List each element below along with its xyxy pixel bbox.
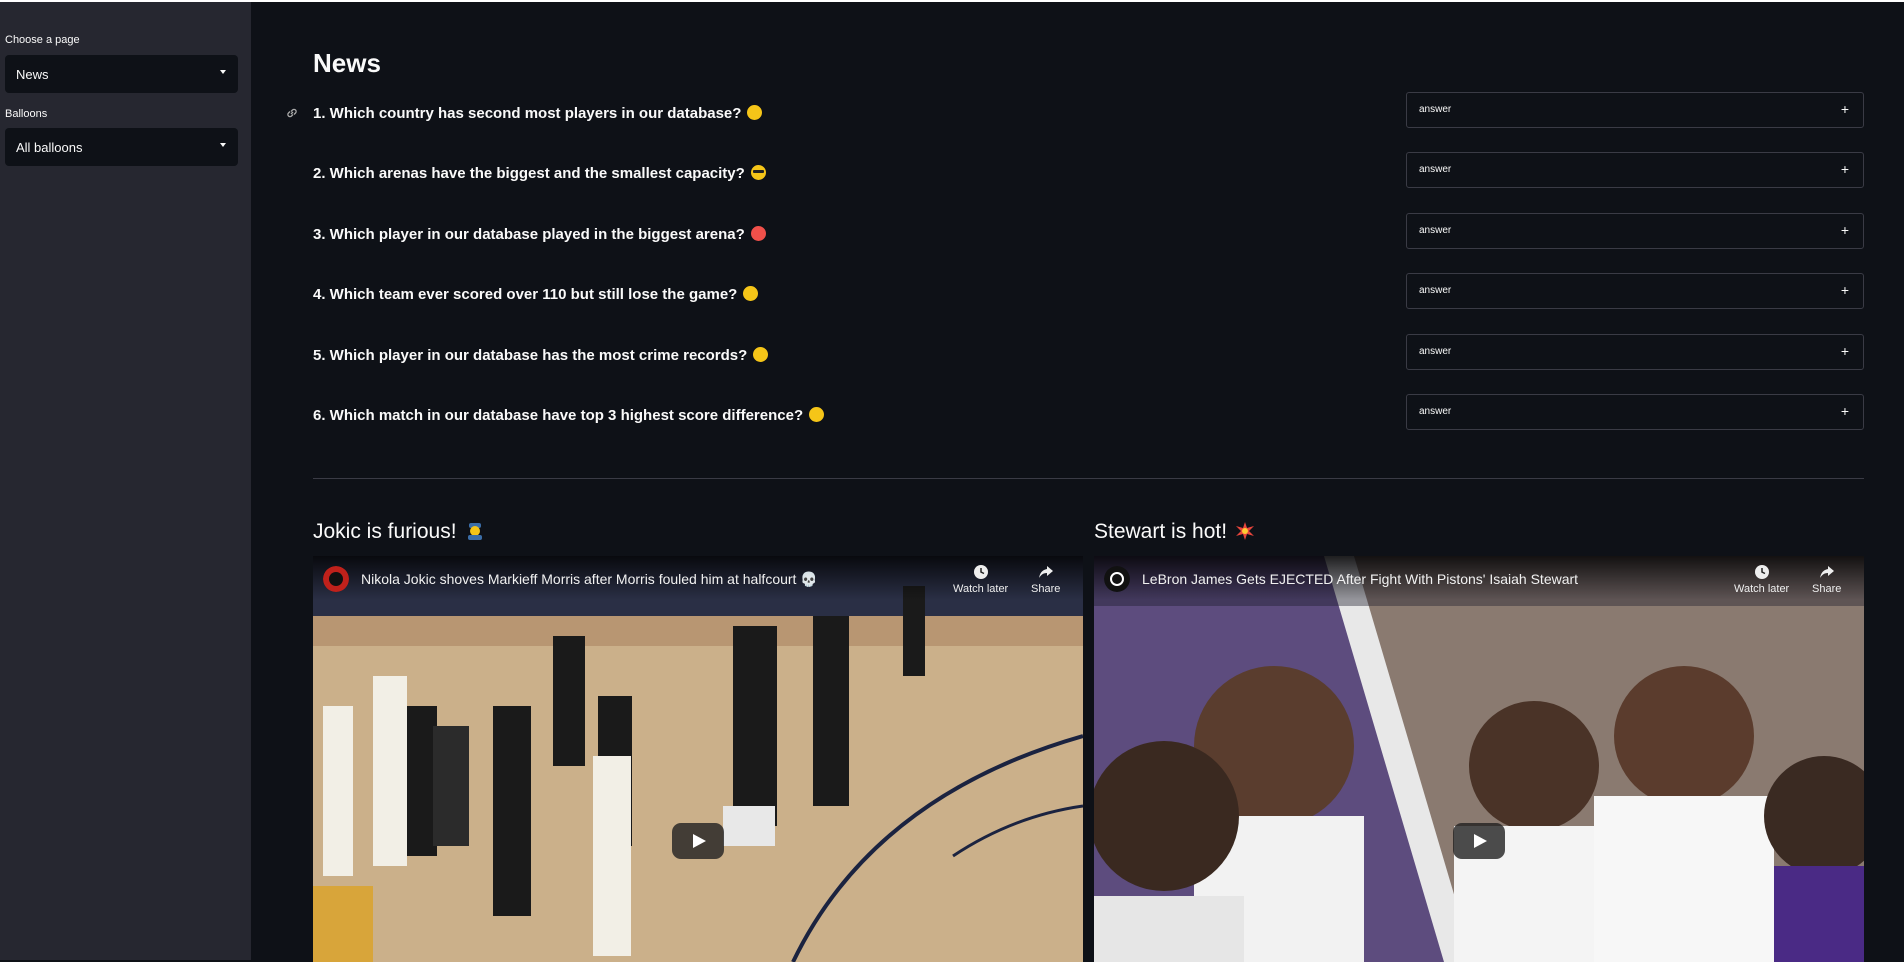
clock-icon <box>1754 565 1769 579</box>
video-thumbnail <box>1094 556 1864 962</box>
answer-expander[interactable]: answer + <box>1406 394 1864 430</box>
question-text: 4. Which team ever scored over 110 but s… <box>313 286 759 303</box>
balloons-select-value: All balloons <box>16 139 83 155</box>
question-row: 3. Which player in our database played i… <box>313 213 1864 253</box>
answer-expander[interactable]: answer + <box>1406 213 1864 249</box>
heart-eyes-face-icon <box>750 226 766 241</box>
plus-icon: + <box>1840 161 1849 177</box>
smiling-face-icon <box>747 105 763 120</box>
plus-icon: + <box>1840 403 1849 419</box>
question-label: 5. Which player in our database has the … <box>313 347 748 364</box>
grinning-face-icon <box>809 407 825 422</box>
share-label: Share <box>1812 583 1842 595</box>
answer-expander[interactable]: answer + <box>1406 152 1864 188</box>
video-heading-text: Jokic is furious! <box>313 520 457 543</box>
expander-label: answer <box>1419 285 1452 296</box>
share-icon <box>1038 566 1053 578</box>
expander-label: answer <box>1419 406 1452 417</box>
video-heading: Jokic is furious! <box>313 520 485 544</box>
watch-later-button[interactable]: Watch later <box>953 564 1008 595</box>
share-label: Share <box>1031 583 1061 595</box>
sunglasses-face-icon <box>750 165 766 180</box>
page-title: News <box>313 48 381 78</box>
tongue-face-icon <box>743 286 759 301</box>
balloons-select[interactable]: All balloons <box>5 128 238 166</box>
main-content: News 1. Which country has second most pl… <box>251 2 1904 962</box>
plus-icon: + <box>1840 282 1849 298</box>
video-player[interactable]: Nikola Jokic shoves Markieff Morris afte… <box>313 556 1083 962</box>
clock-icon <box>973 565 988 579</box>
question-label: 3. Which player in our database played i… <box>313 226 745 243</box>
page-select[interactable]: News <box>5 55 238 93</box>
question-row: 5. Which player in our database has the … <box>313 334 1864 374</box>
channel-avatar-icon[interactable] <box>1104 566 1130 592</box>
question-text: 6. Which match in our database have top … <box>313 407 825 424</box>
video-player[interactable]: LeBron James Gets EJECTED After Fight Wi… <box>1094 556 1864 962</box>
chevron-down-icon <box>220 70 226 74</box>
hushed-face-icon <box>753 347 769 362</box>
question-label: 2. Which arenas have the biggest and the… <box>313 165 745 182</box>
video-thumbnail <box>313 556 1083 962</box>
divider <box>313 478 1864 479</box>
question-label: 4. Which team ever scored over 110 but s… <box>313 286 738 303</box>
balloons-select-label: Balloons <box>5 108 48 120</box>
video-title[interactable]: LeBron James Gets EJECTED After Fight Wi… <box>1142 571 1578 587</box>
expander-label: answer <box>1419 346 1452 357</box>
watch-later-label: Watch later <box>1734 583 1790 595</box>
question-row: 1. Which country has second most players… <box>287 92 1864 132</box>
question-row: 6. Which match in our database have top … <box>313 394 1864 434</box>
plus-icon: + <box>1840 101 1849 117</box>
expander-label: answer <box>1419 225 1452 236</box>
question-row: 4. Which team ever scored over 110 but s… <box>313 273 1864 313</box>
page-select-label: Choose a page <box>5 34 80 46</box>
play-icon[interactable] <box>672 823 724 859</box>
channel-avatar-icon[interactable] <box>323 566 349 592</box>
question-text: 3. Which player in our database played i… <box>313 226 766 243</box>
share-button[interactable]: Share <box>1031 564 1060 595</box>
question-text: 5. Which player in our database has the … <box>313 347 769 364</box>
share-icon <box>1819 566 1834 578</box>
video-title[interactable]: Nikola Jokic shoves Markieff Morris afte… <box>361 571 818 588</box>
chevron-down-icon <box>220 143 226 147</box>
answer-expander[interactable]: answer + <box>1406 92 1864 128</box>
sidebar: Choose a page News Balloons All balloons <box>0 2 251 960</box>
answer-expander[interactable]: answer + <box>1406 273 1864 309</box>
watch-later-button[interactable]: Watch later <box>1734 564 1789 595</box>
question-text: 2. Which arenas have the biggest and the… <box>313 165 766 182</box>
page-select-value: News <box>16 66 49 82</box>
share-button[interactable]: Share <box>1812 564 1841 595</box>
question-label: 6. Which match in our database have top … <box>313 407 804 424</box>
expander-label: answer <box>1419 164 1452 175</box>
video-heading-text: Stewart is hot! <box>1094 520 1228 543</box>
question-label: 1. Which country has second most players… <box>313 105 742 122</box>
answer-expander[interactable]: answer + <box>1406 334 1864 370</box>
video-heading: Stewart is hot! <box>1094 520 1255 544</box>
plus-icon: + <box>1840 222 1849 238</box>
play-icon[interactable] <box>1453 823 1505 859</box>
link-icon[interactable] <box>285 106 299 120</box>
watch-later-label: Watch later <box>953 583 1009 595</box>
question-text: 1. Which country has second most players… <box>313 105 763 122</box>
collision-icon <box>1236 522 1255 540</box>
question-row: 2. Which arenas have the biggest and the… <box>313 152 1864 192</box>
plus-icon: + <box>1840 343 1849 359</box>
expander-label: answer <box>1419 104 1452 115</box>
police-officer-icon <box>467 523 482 540</box>
